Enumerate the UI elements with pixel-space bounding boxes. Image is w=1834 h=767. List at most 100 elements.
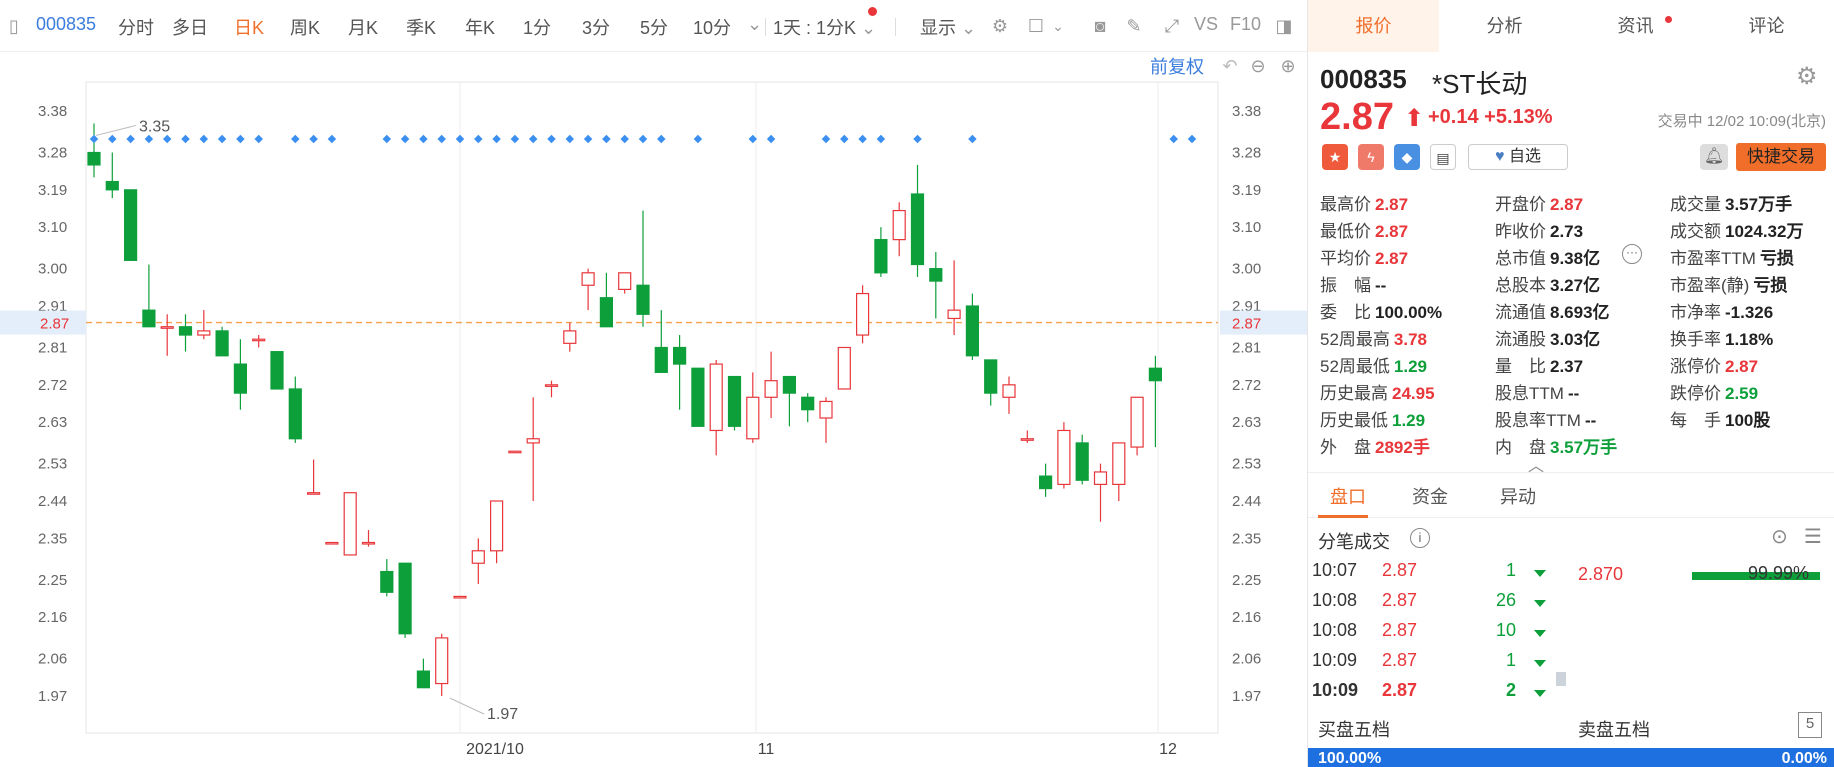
ratio-select[interactable]: 1天 : 1分K ⌄	[773, 14, 876, 40]
quote-field: 内 盘 3.57万手	[1495, 433, 1617, 458]
candle-down	[727, 375, 742, 427]
low-annotation-line	[449, 697, 485, 715]
price-tick-right: 1.97	[1232, 688, 1261, 705]
display-select-label: 显示	[920, 18, 956, 38]
quote-label: 市盈率(静)	[1670, 276, 1750, 295]
quote-field: 平均价 2.87	[1320, 244, 1408, 269]
tab-quote[interactable]: 报价	[1308, 0, 1439, 52]
sell-five-title: 卖盘五档	[1578, 720, 1650, 740]
tag-icon[interactable]: ◆	[1394, 144, 1420, 170]
tick-row: 10:09 2.87 2	[1312, 680, 1552, 710]
tab-analysis[interactable]: 分析	[1439, 0, 1570, 52]
chevron-down-icon[interactable]: ⌄	[1046, 14, 1070, 38]
alert-bell-icon[interactable]: 🔔︎	[1700, 144, 1728, 170]
china-flag-icon[interactable]: ★	[1322, 144, 1348, 170]
tab-news[interactable]: 资讯	[1570, 0, 1701, 52]
subtab-orderbook[interactable]: 盘口	[1330, 483, 1366, 509]
candle-down	[965, 305, 980, 357]
period-tab-3min[interactable]: 3分	[582, 14, 610, 40]
candle-down	[910, 193, 925, 266]
period-more-chevron-icon[interactable]: ⌄	[747, 14, 762, 35]
settings-gear-icon[interactable]: ⚙	[988, 14, 1012, 38]
price-tick-left: 2.53	[38, 456, 67, 473]
period-tab-multiday[interactable]: 多日	[172, 14, 208, 40]
f10-button[interactable]: F10	[1230, 14, 1261, 35]
quote-value: 1.29	[1392, 411, 1426, 430]
event-marker	[199, 134, 209, 144]
quote-label: 每 手	[1670, 411, 1721, 430]
event-marker	[162, 134, 172, 144]
quote-value: --	[1567, 384, 1580, 403]
add-watchlist-button[interactable]: ♥ 自选	[1468, 144, 1568, 170]
candle-down	[142, 309, 156, 328]
candle-up	[746, 396, 760, 440]
compare-vs-button[interactable]: VS	[1194, 14, 1218, 35]
quote-value: 亏损	[1759, 249, 1794, 268]
notes-icon[interactable]: ▤	[1430, 144, 1456, 170]
candle-up	[618, 272, 632, 291]
pencil-icon[interactable]: ✎	[1122, 14, 1146, 38]
period-tab-intraday[interactable]: 分时	[118, 14, 154, 40]
tick-time: 10:07	[1312, 560, 1358, 580]
price-tick-left: 2.63	[38, 414, 67, 431]
quote-value: 2.59	[1725, 384, 1759, 403]
period-tab-quarterly[interactable]: 季K	[406, 14, 436, 40]
sell-down-triangle-icon	[1534, 630, 1546, 637]
panel-toggle-icon[interactable]: ◨	[1272, 14, 1296, 38]
candle-up	[1002, 384, 1016, 398]
buy-sell-ratio-bar: 100.00% 0.00%	[1308, 748, 1834, 767]
sidebar-toggle-icon[interactable]: ▯	[2, 14, 26, 38]
fullscreen-icon[interactable]: ⤢	[1160, 14, 1184, 38]
chevron-down-icon: ⌄	[861, 18, 877, 38]
list-view-icon[interactable]: ☰	[1804, 524, 1822, 549]
subtab-capital[interactable]: 资金	[1412, 483, 1448, 509]
subtab-movement[interactable]: 异动	[1500, 483, 1536, 509]
kline-chart-area[interactable]: 前复权 ↶ ⊖ ⊕ 3.38 3.38 3.28 3.28 3.19 3.19 3.10 3.…	[0, 52, 1307, 767]
quote-field: 昨收价 2.73	[1495, 217, 1583, 242]
bid-ratio-pct: 99.99%	[1748, 563, 1810, 583]
high-annotation-line	[95, 124, 137, 136]
period-tab-1min[interactable]: 1分	[523, 14, 551, 40]
lightning-icon[interactable]: ϟ	[1358, 144, 1384, 170]
event-marker	[455, 134, 465, 144]
event-marker	[638, 134, 648, 144]
quote-value: 2.37	[1550, 357, 1584, 376]
period-tab-5min[interactable]: 5分	[640, 14, 668, 40]
period-tab-monthly[interactable]: 月K	[348, 14, 378, 40]
period-tab-yearly[interactable]: 年K	[465, 14, 495, 40]
quote-field: 跌停价 2.59	[1670, 379, 1758, 404]
quote-value: 3.57万手	[1725, 195, 1793, 214]
sell-down-triangle-icon	[1534, 660, 1546, 667]
display-select[interactable]: 显示 ⌄	[920, 14, 976, 40]
quick-trade-button[interactable]: 快捷交易	[1736, 143, 1826, 171]
five-levels-icon[interactable]: 5	[1798, 712, 1822, 738]
quote-label: 昨收价	[1495, 222, 1546, 241]
info-icon[interactable]: i	[1410, 528, 1430, 548]
period-tab-weekly[interactable]: 周K	[290, 14, 320, 40]
more-options-icon[interactable]: ⊙	[1771, 524, 1788, 549]
price-tick-left: 2.44	[38, 493, 67, 510]
more-info-icon[interactable]: ···	[1622, 244, 1642, 264]
tab-comments[interactable]: 评论	[1701, 0, 1832, 52]
period-tab-daily[interactable]: 日K	[234, 14, 264, 40]
event-marker	[89, 134, 99, 144]
quote-label: 量 比	[1495, 357, 1546, 376]
candle-up	[1020, 438, 1034, 441]
event-marker	[913, 134, 922, 144]
price-tick-right: 2.72	[1232, 377, 1261, 394]
candle-down	[599, 297, 614, 328]
candle-up	[325, 541, 339, 545]
camera-icon[interactable]: ◙	[1088, 14, 1112, 38]
arrow-up-icon: ⬆	[1404, 105, 1425, 132]
draw-rect-icon[interactable]: ☐	[1024, 14, 1048, 38]
date-label: 12	[1159, 741, 1177, 758]
quote-value: 3.57万手	[1550, 438, 1618, 457]
quote-field: 总股本 3.27亿	[1495, 271, 1600, 296]
quote-label: 市盈率TTM	[1670, 249, 1756, 268]
candle-down	[801, 396, 815, 411]
panel-settings-gear-icon[interactable]: ⚙	[1796, 62, 1818, 91]
quote-value: 9.38亿	[1550, 249, 1601, 268]
period-tab-10min[interactable]: 10分	[693, 14, 731, 40]
candle-down	[874, 239, 888, 274]
quote-field: 最高价 2.87	[1320, 190, 1408, 215]
